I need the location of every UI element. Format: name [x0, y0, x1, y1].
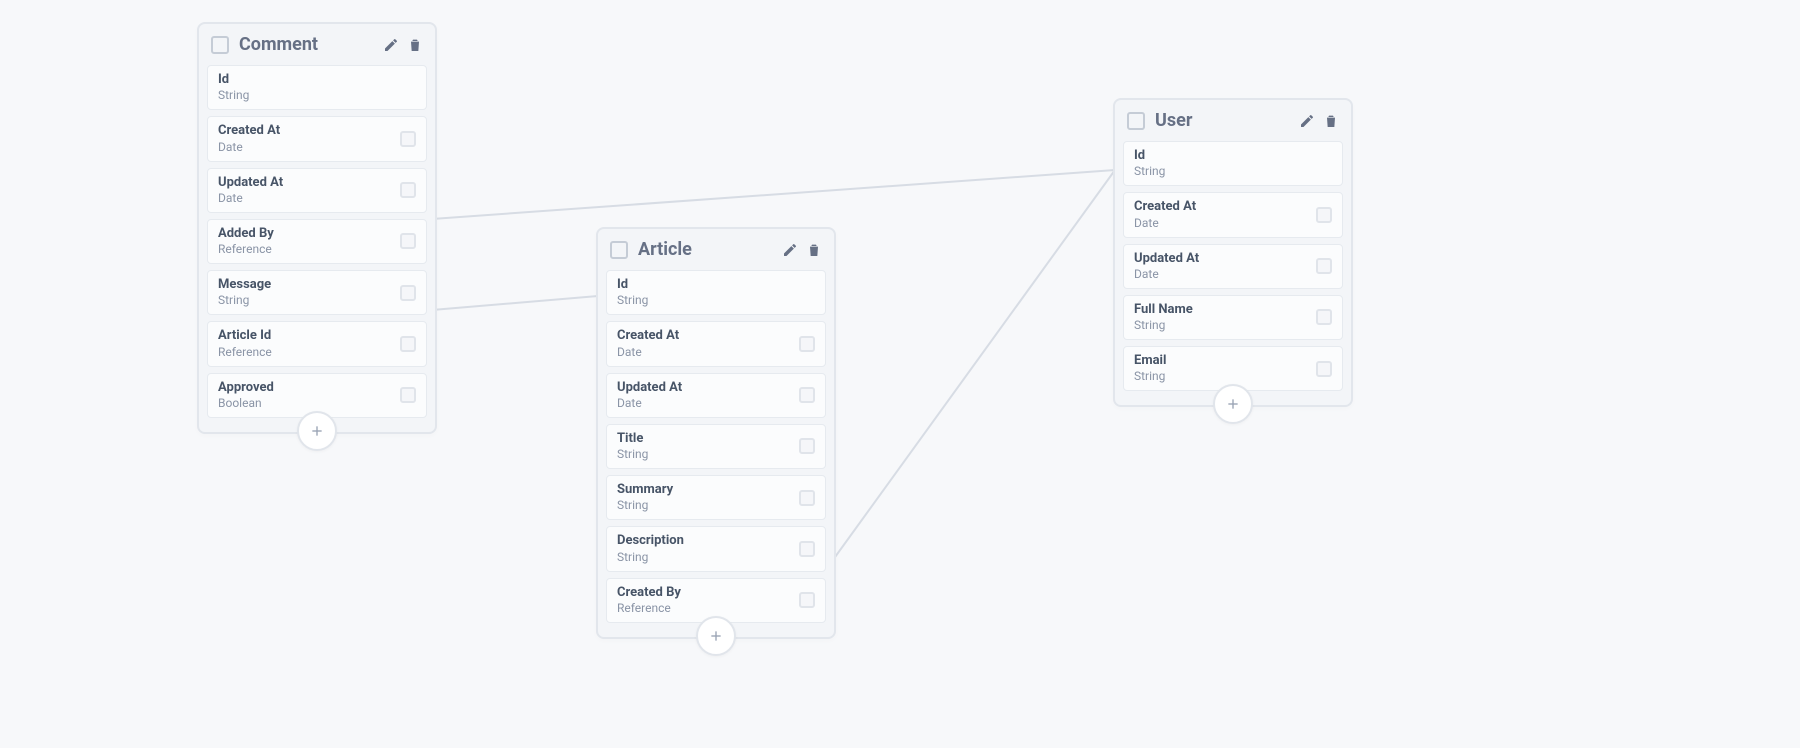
field-list: IdString Created AtDate Updated AtDate A… [199, 65, 435, 432]
field-type: String [1134, 318, 1316, 333]
field-handle[interactable] [400, 387, 416, 403]
diagram-canvas[interactable]: { "entities": [ { "key": "comment", "tit… [0, 0, 1800, 748]
field-row[interactable]: Created AtDate [207, 116, 427, 161]
field-name: Article Id [218, 328, 400, 344]
field-type: Date [617, 345, 799, 360]
field-handle[interactable] [1316, 207, 1332, 223]
field-type: Date [218, 140, 400, 155]
entity-header: Article [598, 229, 834, 270]
field-row[interactable]: Updated AtDate [1123, 244, 1343, 289]
add-field-button[interactable] [297, 411, 337, 451]
field-handle[interactable] [799, 336, 815, 352]
field-row[interactable]: IdString [207, 65, 427, 110]
field-handle[interactable] [1316, 258, 1332, 274]
field-type: String [1134, 369, 1316, 384]
field-name: Approved [218, 380, 400, 396]
field-name: Added By [218, 226, 400, 242]
field-name: Id [218, 72, 416, 88]
entity-header: User [1115, 100, 1351, 141]
field-name: Message [218, 277, 400, 293]
field-row[interactable]: Created AtDate [1123, 192, 1343, 237]
field-row[interactable]: IdString [1123, 141, 1343, 186]
field-type: String [617, 293, 815, 308]
field-handle[interactable] [400, 285, 416, 301]
field-type: Boolean [218, 396, 400, 411]
field-row[interactable]: Added ByReference [207, 219, 427, 264]
entity-card-article[interactable]: Article IdString Created AtDate Updated … [596, 227, 836, 639]
entity-card-user[interactable]: User IdString Created AtDate Updated AtD… [1113, 98, 1353, 407]
field-handle[interactable] [799, 541, 815, 557]
edit-icon[interactable] [782, 242, 798, 258]
field-row[interactable]: SummaryString [606, 475, 826, 520]
field-name: Updated At [1134, 251, 1316, 267]
field-row[interactable]: Updated AtDate [606, 373, 826, 418]
field-handle[interactable] [1316, 361, 1332, 377]
entity-card-comment[interactable]: Comment IdString Created AtDate Updated … [197, 22, 437, 434]
entity-title: Article [638, 239, 774, 260]
field-handle[interactable] [400, 131, 416, 147]
field-handle[interactable] [799, 490, 815, 506]
entity-title: User [1155, 110, 1291, 131]
field-row[interactable]: DescriptionString [606, 526, 826, 571]
entity-checkbox[interactable] [610, 241, 628, 259]
field-row[interactable]: TitleString [606, 424, 826, 469]
edit-icon[interactable] [383, 37, 399, 53]
field-type: Date [1134, 267, 1316, 282]
entity-header: Comment [199, 24, 435, 65]
field-handle[interactable] [400, 182, 416, 198]
delete-icon[interactable] [806, 242, 822, 258]
field-list: IdString Created AtDate Updated AtDate T… [598, 270, 834, 637]
field-name: Title [617, 431, 799, 447]
add-field-button[interactable] [696, 616, 736, 656]
entity-checkbox[interactable] [211, 36, 229, 54]
field-name: Description [617, 533, 799, 549]
field-row[interactable]: MessageString [207, 270, 427, 315]
field-name: Created At [218, 123, 400, 139]
field-row[interactable]: IdString [606, 270, 826, 315]
field-handle[interactable] [1316, 309, 1332, 325]
field-type: Date [1134, 216, 1316, 231]
field-type: String [617, 498, 799, 513]
add-field-button[interactable] [1213, 384, 1253, 424]
field-name: Created At [617, 328, 799, 344]
field-row[interactable]: Updated AtDate [207, 168, 427, 213]
field-type: String [617, 550, 799, 565]
field-row[interactable]: Created AtDate [606, 321, 826, 366]
delete-icon[interactable] [1323, 113, 1339, 129]
entity-title: Comment [239, 34, 375, 55]
field-type: String [1134, 164, 1332, 179]
field-name: Summary [617, 482, 799, 498]
field-handle[interactable] [799, 387, 815, 403]
field-list: IdString Created AtDate Updated AtDate F… [1115, 141, 1351, 405]
field-type: String [617, 447, 799, 462]
field-handle[interactable] [799, 592, 815, 608]
field-type: Reference [218, 345, 400, 360]
field-name: Updated At [218, 175, 400, 191]
edit-icon[interactable] [1299, 113, 1315, 129]
field-name: Email [1134, 353, 1316, 369]
field-type: Reference [218, 242, 400, 257]
field-name: Created At [1134, 199, 1316, 215]
field-handle[interactable] [799, 438, 815, 454]
field-type: Date [218, 191, 400, 206]
field-handle[interactable] [400, 233, 416, 249]
field-type: String [218, 293, 400, 308]
field-name: Id [617, 277, 815, 293]
field-type: Reference [617, 601, 799, 616]
delete-icon[interactable] [407, 37, 423, 53]
field-type: Date [617, 396, 799, 411]
field-name: Updated At [617, 380, 799, 396]
field-type: String [218, 88, 416, 103]
field-name: Id [1134, 148, 1332, 164]
field-row[interactable]: Article IdReference [207, 321, 427, 366]
field-name: Full Name [1134, 302, 1316, 318]
field-name: Created By [617, 585, 799, 601]
field-row[interactable]: Full NameString [1123, 295, 1343, 340]
field-handle[interactable] [400, 336, 416, 352]
entity-checkbox[interactable] [1127, 112, 1145, 130]
